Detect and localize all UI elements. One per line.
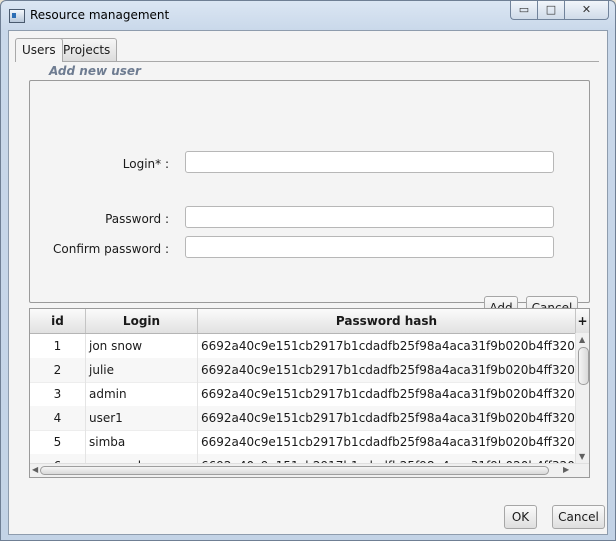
cell-login: admin [86,382,198,406]
confirm-password-label: Confirm password : [53,242,169,256]
cell-id: 2 [30,358,86,382]
cell-login: simba [86,430,198,454]
cell-hash: 6692a40c9e151cb2917b1cdadfb25f98a4aca31f… [201,363,576,377]
cell-login: user1 [86,406,198,430]
tab-users[interactable]: Users [15,38,63,62]
login-input[interactable] [185,151,554,173]
maximize-button[interactable]: □ [537,1,564,20]
window-title: Resource management [30,8,170,22]
column-header-login[interactable]: Login [86,309,198,333]
tab-projects[interactable]: Projects [56,38,118,61]
scroll-up-icon[interactable]: ▲ [579,335,585,345]
cell-id: 5 [30,430,86,454]
app-window: Resource management ▭ □ ✕ Users Projects… [0,0,616,541]
table-row[interactable]: 3 admin 6692a40c9e151cb2917b1cdadfb25f98… [30,382,576,407]
cell-login: jon snow [86,334,198,358]
cell-login: julie [86,358,198,382]
users-table: id Login Password hash + 1 jon snow 6692… [29,308,590,478]
window-content: Users Projects Add new user Login* : Pas… [8,30,608,535]
table-header: id Login Password hash + [30,309,589,334]
password-label: Password : [105,212,169,226]
cell-hash: 6692a40c9e151cb2917b1cdadfb25f98a4aca31f… [201,411,576,425]
cell-hash: 6692a40c9e151cb2917b1cdadfb25f98a4aca31f… [201,387,576,401]
scroll-left-icon[interactable]: ◀ [32,465,38,475]
dialog-cancel-button[interactable]: Cancel [552,505,605,529]
column-header-password-hash[interactable]: Password hash [198,309,576,333]
horizontal-scroll-thumb[interactable] [40,466,549,475]
confirm-password-input[interactable] [185,236,554,258]
login-label: Login* : [122,157,169,171]
password-input[interactable] [185,206,554,228]
minimize-button[interactable]: ▭ [510,1,537,20]
table-row[interactable]: 1 jon snow 6692a40c9e151cb2917b1cdadfb25… [30,334,576,359]
add-user-form: Login* : Password : Confirm password : A… [29,80,590,320]
column-header-id[interactable]: id [30,309,86,333]
cell-id: 3 [30,382,86,406]
table-row[interactable]: 5 simba 6692a40c9e151cb2917b1cdadfb25f98… [30,430,576,455]
horizontal-scrollbar[interactable]: ◀ ▶ [30,463,589,477]
cell-id: 4 [30,406,86,430]
close-button[interactable]: ✕ [564,1,609,20]
scroll-down-icon[interactable]: ▼ [579,452,585,462]
table-row[interactable]: 4 user1 6692a40c9e151cb2917b1cdadfb25f98… [30,406,576,431]
cell-id: 1 [30,334,86,358]
vertical-scrollbar[interactable]: ▲ ▼ [575,333,589,464]
scroll-right-icon[interactable]: ▶ [563,465,569,475]
window-icon [9,9,25,23]
window-controls: ▭ □ ✕ [510,1,609,20]
vertical-scroll-thumb[interactable] [578,347,589,385]
title-bar[interactable]: Resource management ▭ □ ✕ [1,1,615,30]
ok-button[interactable]: OK [504,505,537,529]
column-menu-button[interactable]: + [576,309,589,333]
table-row[interactable]: 2 julie 6692a40c9e151cb2917b1cdadfb25f98… [30,358,576,383]
add-user-title: Add new user [49,64,141,78]
cell-hash: 6692a40c9e151cb2917b1cdadfb25f98a4aca31f… [201,339,576,353]
cell-hash: 6692a40c9e151cb2917b1cdadfb25f98a4aca31f… [201,435,576,449]
